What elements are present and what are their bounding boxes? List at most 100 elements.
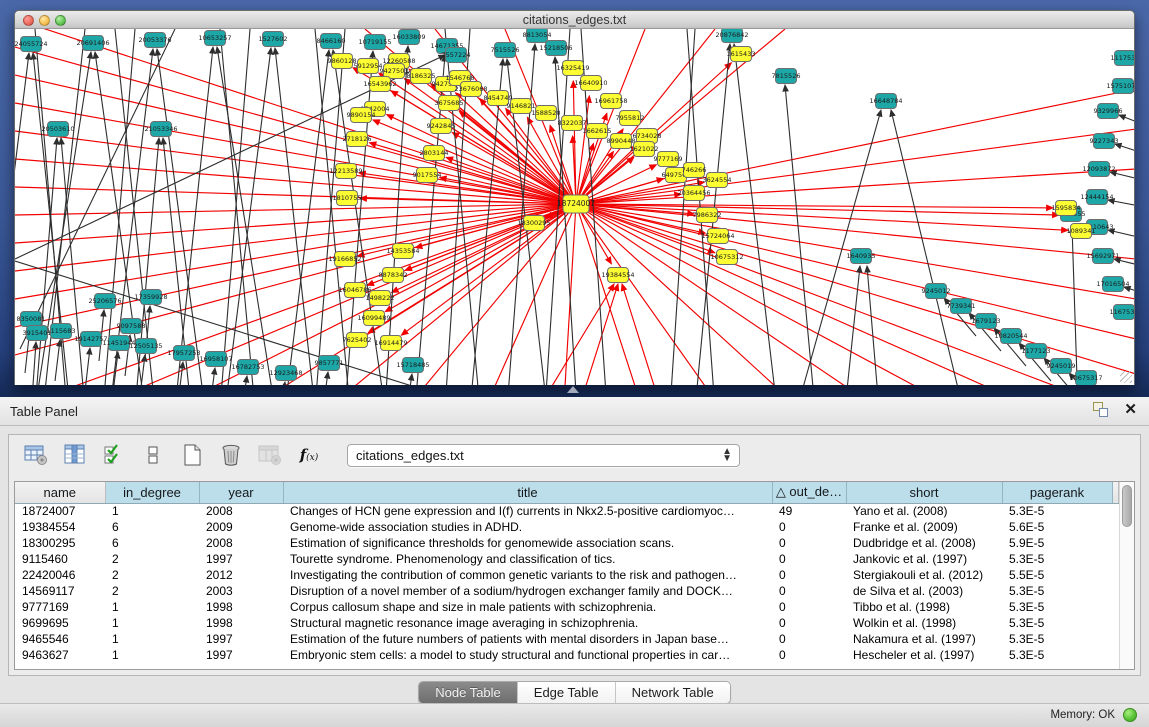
row-height-icon[interactable] xyxy=(140,442,166,468)
table-cell[interactable]: 2 xyxy=(105,551,199,567)
table-cell[interactable]: 5.3E-5 xyxy=(1002,631,1112,647)
table-cell[interactable]: 0 xyxy=(772,567,846,583)
table-row[interactable]: 946362711997Embryonic stem cells: a mode… xyxy=(15,647,1119,663)
new-table-icon[interactable] xyxy=(179,442,205,468)
window-resize-grip[interactable] xyxy=(1120,371,1132,383)
table-cell[interactable]: 5.3E-5 xyxy=(1002,647,1112,663)
column-header-name[interactable]: name xyxy=(15,482,105,503)
table-cell[interactable]: Yano et al. (2008) xyxy=(846,503,1002,519)
table-row[interactable]: 977716911998Corpus callosum shape and si… xyxy=(15,599,1119,615)
column-header-year[interactable]: year xyxy=(199,482,283,503)
table-cell[interactable]: 2 xyxy=(105,583,199,599)
table-cell[interactable]: 9463627 xyxy=(15,647,105,663)
table-cell[interactable]: 5.9E-5 xyxy=(1002,535,1112,551)
table-cell[interactable]: 2009 xyxy=(199,519,283,535)
table-cell[interactable]: 18724007 xyxy=(15,503,105,519)
table-settings-icon[interactable] xyxy=(23,442,49,468)
table-cell[interactable]: 2012 xyxy=(199,567,283,583)
table-cell[interactable]: 14569117 xyxy=(15,583,105,599)
close-panel-icon[interactable]: ✕ xyxy=(1124,402,1137,418)
table-cell[interactable]: Changes of HCN gene expression and I(f) … xyxy=(283,503,772,519)
table-cell[interactable]: Disruption of a novel member of a sodium… xyxy=(283,583,772,599)
table-cell[interactable]: 1 xyxy=(105,599,199,615)
table-cell[interactable]: 0 xyxy=(772,631,846,647)
table-cell[interactable]: Tourette syndrome. Phenomenology and cla… xyxy=(283,551,772,567)
table-cell[interactable]: 19384554 xyxy=(15,519,105,535)
table-cell[interactable]: 5.6E-5 xyxy=(1002,519,1112,535)
table-row[interactable]: 911546021997Tourette syndrome. Phenomeno… xyxy=(15,551,1119,567)
table-row[interactable]: 1830029562008Estimation of significance … xyxy=(15,535,1119,551)
table-cell[interactable]: Hescheler et al. (1997) xyxy=(846,647,1002,663)
table-select-dropdown[interactable]: citations_edges.txt ▲▼ xyxy=(347,444,740,467)
table-row[interactable]: 969969511998Structural magnetic resonanc… xyxy=(15,615,1119,631)
table-cell[interactable]: 18300295 xyxy=(15,535,105,551)
table-cell[interactable]: 9115460 xyxy=(15,551,105,567)
network-canvas[interactable]: 2405572420691406200533761065325715276028… xyxy=(15,29,1134,385)
table-cell[interactable]: 5.5E-5 xyxy=(1002,567,1112,583)
table-cell[interactable]: 9699695 xyxy=(15,615,105,631)
table-cell[interactable]: Embryonic stem cells: a model to study s… xyxy=(283,647,772,663)
table-cell[interactable]: 22420046 xyxy=(15,567,105,583)
tab-edge-table[interactable]: Edge Table xyxy=(518,682,616,703)
table-cell[interactable]: 9465546 xyxy=(15,631,105,647)
table-cell[interactable]: 5.3E-5 xyxy=(1002,615,1112,631)
table-cell[interactable]: 1997 xyxy=(199,631,283,647)
column-header-title[interactable]: title xyxy=(283,482,772,503)
table-cell[interactable]: 0 xyxy=(772,615,846,631)
table-row[interactable]: 1456911722003Disruption of a novel membe… xyxy=(15,583,1119,599)
column-header-pagerank[interactable]: pagerank xyxy=(1002,482,1112,503)
tab-network-table[interactable]: Network Table xyxy=(616,682,730,703)
column-header-out_de[interactable]: △ out_de… xyxy=(772,482,846,503)
table-cell[interactable]: Stergiakouli et al. (2012) xyxy=(846,567,1002,583)
table-cell[interactable]: 1997 xyxy=(199,551,283,567)
table-cell[interactable]: Investigating the contribution of common… xyxy=(283,567,772,583)
table-cell[interactable]: 0 xyxy=(772,535,846,551)
table-cell[interactable]: 1 xyxy=(105,647,199,663)
table-cell[interactable]: Wolkin et al. (1998) xyxy=(846,615,1002,631)
show-column-icon[interactable] xyxy=(62,442,88,468)
function-builder-icon[interactable]: f(x) xyxy=(296,442,322,468)
scrollbar-thumb[interactable] xyxy=(1122,485,1132,527)
table-cell[interactable]: 1998 xyxy=(199,599,283,615)
table-row[interactable]: 1938455462009Genome-wide association stu… xyxy=(15,519,1119,535)
table-cell[interactable]: de Silva et al. (2003) xyxy=(846,583,1002,599)
table-cell[interactable]: 2 xyxy=(105,567,199,583)
window-titlebar[interactable]: citations_edges.txt xyxy=(15,11,1134,29)
tab-node-table[interactable]: Node Table xyxy=(419,682,518,703)
table-cell[interactable]: 0 xyxy=(772,647,846,663)
table-cell[interactable]: 5.3E-5 xyxy=(1002,583,1112,599)
table-cell[interactable]: 9777169 xyxy=(15,599,105,615)
column-header-in_degree[interactable]: in_degree xyxy=(105,482,199,503)
table-cell[interactable]: 0 xyxy=(772,551,846,567)
network-view-window[interactable]: citations_edges.txt 24055724206914062005… xyxy=(14,10,1135,385)
table-cell[interactable]: 1997 xyxy=(199,647,283,663)
table-vertical-scrollbar[interactable] xyxy=(1119,482,1134,669)
table-cell[interactable]: 0 xyxy=(772,519,846,535)
node-table-grid[interactable]: namein_degreeyeartitle△ out_de…shortpage… xyxy=(15,482,1119,663)
table-cell[interactable]: Tibbo et al. (1998) xyxy=(846,599,1002,615)
table-cell[interactable]: 5.3E-5 xyxy=(1002,599,1112,615)
table-cell[interactable]: Franke et al. (2009) xyxy=(846,519,1002,535)
memory-status-indicator[interactable] xyxy=(1123,708,1137,722)
table-cell[interactable]: 2003 xyxy=(199,583,283,599)
table-cell[interactable]: 5.3E-5 xyxy=(1002,551,1112,567)
column-header-short[interactable]: short xyxy=(846,482,1002,503)
table-cell[interactable]: 6 xyxy=(105,535,199,551)
network-graph[interactable]: 2405572420691406200533761065325715276028… xyxy=(15,29,1134,385)
table-cell[interactable]: Nakamura et al. (1997) xyxy=(846,631,1002,647)
table-cell[interactable]: Estimation of the future numbers of pati… xyxy=(283,631,772,647)
table-cell[interactable]: Dudbridge et al. (2008) xyxy=(846,535,1002,551)
table-cell[interactable]: 1998 xyxy=(199,615,283,631)
table-cell[interactable]: 1 xyxy=(105,503,199,519)
table-row[interactable]: 2242004622012Investigating the contribut… xyxy=(15,567,1119,583)
table-cell[interactable]: 1 xyxy=(105,615,199,631)
table-cell[interactable]: 2008 xyxy=(199,503,283,519)
split-pane-divider-handle[interactable] xyxy=(567,386,579,393)
table-cell[interactable]: Jankovic et al. (1997) xyxy=(846,551,1002,567)
select-columns-icon[interactable] xyxy=(101,442,127,468)
table-row[interactable]: 946554611997Estimation of the future num… xyxy=(15,631,1119,647)
table-cell[interactable]: 49 xyxy=(772,503,846,519)
float-panel-icon[interactable] xyxy=(1093,402,1110,418)
table-cell[interactable]: 1 xyxy=(105,631,199,647)
delete-rows-icon[interactable] xyxy=(218,442,244,468)
